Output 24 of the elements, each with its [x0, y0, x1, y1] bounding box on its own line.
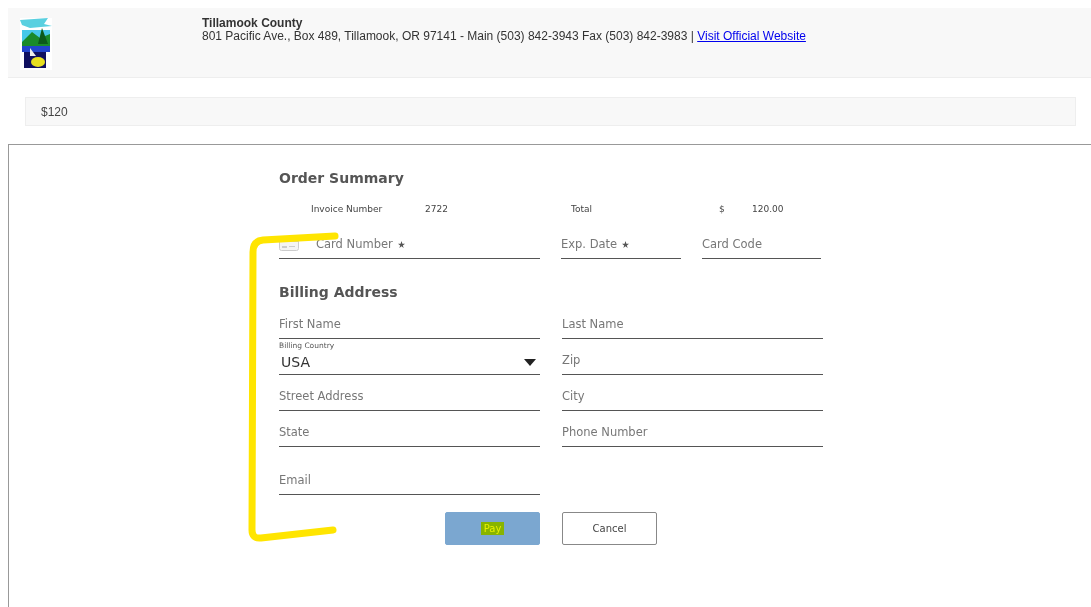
input-field[interactable]: Exp. Date	[561, 237, 618, 251]
amount-text: $120	[41, 105, 68, 119]
caret-icon	[524, 359, 536, 366]
order-summary-title: Order Summary	[279, 170, 405, 186]
input-field[interactable]: First Name	[279, 317, 540, 331]
invoice-number: 2722	[425, 204, 449, 214]
currency-symbol: $	[719, 204, 726, 214]
input-field[interactable]: State	[279, 425, 540, 439]
billing-address-title: Billing Address	[279, 284, 399, 300]
input-field[interactable]: Phone Number	[562, 425, 823, 439]
input-field[interactable]: Last Name	[562, 317, 823, 331]
total-amount: 120.00	[752, 204, 785, 214]
input-field[interactable]: Street Address	[279, 389, 540, 403]
contact-info: 801 Pacific Ave., Box 489, Tillamook, OR 97141 - Main (503) 842-3943 Fax (503) 842-3983 |	[202, 29, 694, 43]
invoice-label: Invoice Number	[311, 204, 384, 214]
input-field[interactable]: Card Code	[702, 237, 821, 251]
total-label: Total	[571, 204, 594, 214]
input-field[interactable]: Zip	[562, 353, 823, 367]
cancel-button[interactable]: Cancel	[562, 512, 657, 545]
website-link[interactable]: Visit Official Website	[697, 29, 806, 43]
input-field[interactable]: Email	[279, 473, 540, 487]
county-name: Tillamook County	[202, 17, 304, 30]
input-field[interactable]: City	[562, 389, 823, 403]
logo	[18, 16, 54, 72]
